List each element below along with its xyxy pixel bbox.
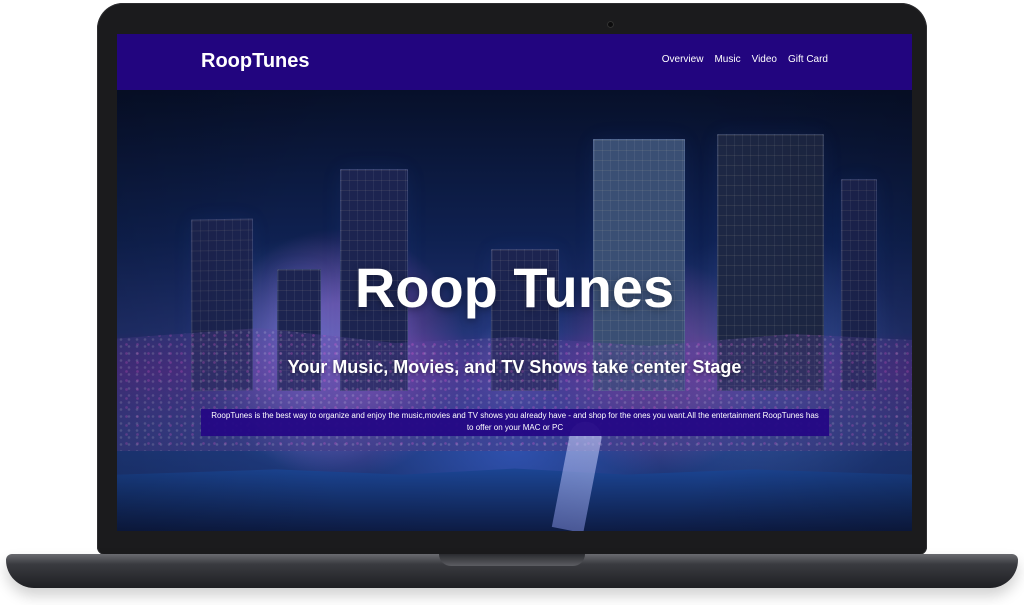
hero-content: Roop Tunes Your Music, Movies, and TV Sh…: [117, 90, 912, 531]
nav-music-link[interactable]: Music: [714, 54, 740, 65]
nav-overview-link[interactable]: Overview: [662, 54, 704, 65]
nav-video-link[interactable]: Video: [752, 54, 777, 65]
nav-links: Overview Music Video Gift Card: [662, 54, 828, 65]
hero-subtitle: Your Music, Movies, and TV Shows take ce…: [287, 357, 742, 377]
top-navbar: RoopTunes Overview Music Video Gift Card: [117, 34, 912, 90]
laptop-mockup: RoopTunes Overview Music Video Gift Card: [0, 0, 1024, 605]
hero-title: Roop Tunes: [354, 256, 675, 319]
laptop-screen: RoopTunes Overview Music Video Gift Card: [117, 34, 912, 531]
hero-section: Roop Tunes Your Music, Movies, and TV Sh…: [117, 90, 912, 531]
camera-icon: [607, 21, 614, 28]
site-brand[interactable]: RoopTunes: [201, 50, 310, 73]
laptop-notch: [439, 554, 585, 566]
nav-gift-card-link[interactable]: Gift Card: [788, 54, 828, 65]
hero-description: RoopTunes is the best way to organize an…: [201, 409, 829, 436]
